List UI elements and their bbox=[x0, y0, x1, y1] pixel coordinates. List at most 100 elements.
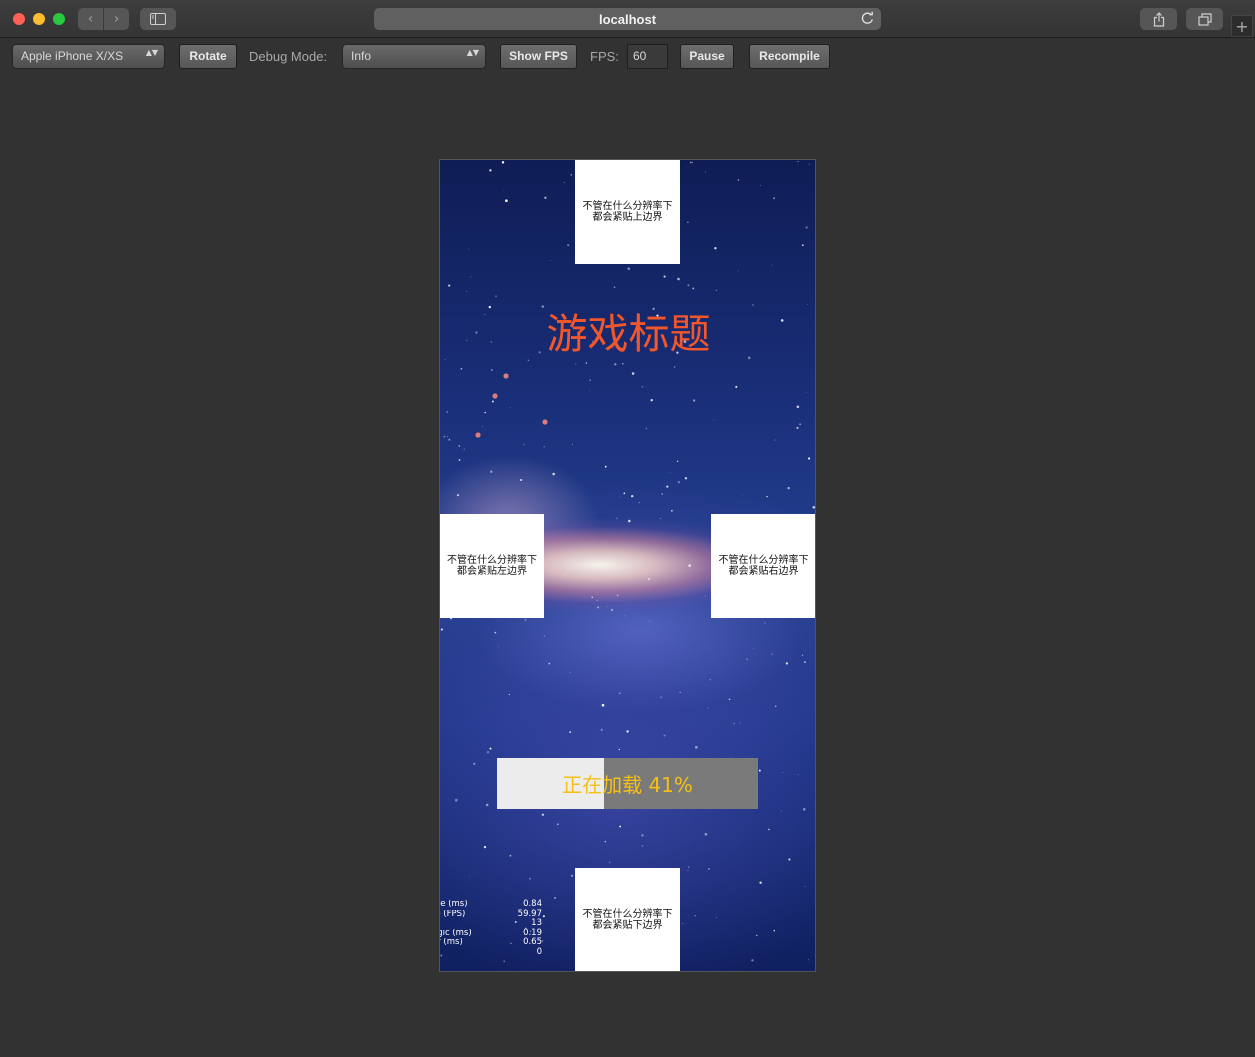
debug-stat-label: ll bbox=[440, 919, 502, 929]
star bbox=[673, 275, 674, 277]
star bbox=[589, 390, 591, 391]
star bbox=[812, 505, 815, 509]
star bbox=[524, 618, 527, 621]
chevron-right-icon: › bbox=[113, 11, 120, 27]
star bbox=[687, 221, 689, 224]
debug-stat-label: ogic (ms) bbox=[440, 928, 472, 938]
game-canvas[interactable]: 不管在什么分辨率下 都会紧贴上边界 游戏标题 不管在什么分辨率下 都会紧贴左边界… bbox=[439, 159, 816, 972]
star bbox=[614, 363, 617, 366]
debug-mode-select[interactable]: Info ▲▼ bbox=[342, 44, 486, 69]
star bbox=[618, 692, 621, 695]
sidebar-toggle-button[interactable] bbox=[140, 8, 176, 30]
bottom-anchor-box: 不管在什么分辨率下 都会紧贴下边界 bbox=[575, 868, 680, 971]
star bbox=[498, 645, 500, 647]
star bbox=[606, 606, 608, 608]
star bbox=[689, 161, 692, 164]
star bbox=[687, 870, 689, 872]
star bbox=[684, 477, 688, 480]
star bbox=[807, 959, 809, 961]
star bbox=[692, 399, 696, 402]
star bbox=[486, 751, 490, 754]
debug-stats-panel: me (ms)0.84te (FPS)59.97ll13ogic (ms)0.1… bbox=[440, 899, 542, 958]
star bbox=[797, 160, 799, 163]
star bbox=[597, 606, 600, 609]
star bbox=[752, 648, 754, 649]
pause-button[interactable]: Pause bbox=[680, 44, 734, 69]
recompile-button[interactable]: Recompile bbox=[749, 44, 830, 69]
debug-stat-row: er (ms)0.65 bbox=[440, 938, 542, 948]
right-anchor-line2: 都会紧贴右边界 bbox=[728, 566, 799, 577]
star bbox=[641, 845, 643, 847]
star bbox=[458, 445, 460, 447]
star bbox=[787, 486, 790, 490]
share-button[interactable] bbox=[1140, 8, 1177, 30]
glow-star bbox=[492, 393, 498, 399]
new-tab-button[interactable]: + bbox=[1231, 15, 1253, 37]
star bbox=[569, 672, 571, 673]
star bbox=[677, 277, 680, 281]
loading-progress-bar: 正在加载 41% bbox=[497, 758, 758, 809]
device-select[interactable]: Apple iPhone X/XS ▲▼ bbox=[12, 44, 165, 69]
top-anchor-line1: 不管在什么分辨率下 bbox=[582, 201, 673, 212]
debug-stat-label: te (FPS) bbox=[440, 909, 466, 919]
loading-text: 正在加载 41% bbox=[562, 773, 693, 797]
back-button[interactable]: ‹ bbox=[78, 8, 103, 30]
left-anchor-line2: 都会紧贴左边界 bbox=[457, 566, 527, 577]
star bbox=[489, 747, 492, 750]
star bbox=[776, 621, 778, 623]
star bbox=[797, 774, 799, 776]
star bbox=[641, 386, 644, 388]
forward-button[interactable]: › bbox=[103, 8, 129, 30]
star bbox=[804, 885, 806, 887]
star bbox=[570, 874, 574, 877]
star bbox=[808, 163, 810, 165]
star bbox=[626, 730, 629, 733]
glow-star bbox=[475, 432, 481, 438]
star bbox=[556, 823, 559, 826]
top-anchor-line2: 都会紧贴上边界 bbox=[592, 212, 663, 223]
star bbox=[446, 435, 448, 437]
star bbox=[600, 728, 603, 731]
star bbox=[746, 658, 748, 661]
address-bar[interactable]: localhost bbox=[374, 8, 881, 30]
star bbox=[544, 196, 547, 199]
star bbox=[737, 179, 740, 181]
preview-toolbar: Apple iPhone X/XS ▲▼ Rotate Debug Mode: … bbox=[0, 38, 1255, 74]
star bbox=[542, 915, 545, 918]
star bbox=[714, 247, 717, 250]
star bbox=[529, 877, 531, 880]
reload-icon[interactable] bbox=[860, 11, 875, 26]
star bbox=[641, 834, 644, 837]
star bbox=[543, 635, 545, 637]
star bbox=[623, 492, 626, 495]
minimize-window-button[interactable] bbox=[33, 13, 45, 25]
tab-overview-button[interactable] bbox=[1186, 8, 1223, 30]
star bbox=[666, 485, 669, 488]
star bbox=[624, 615, 626, 617]
star bbox=[619, 825, 622, 828]
star bbox=[663, 275, 666, 278]
star bbox=[631, 372, 635, 375]
show-fps-button[interactable]: Show FPS bbox=[500, 44, 577, 69]
star bbox=[650, 399, 653, 402]
fps-input[interactable]: 60 bbox=[627, 44, 668, 69]
star bbox=[601, 703, 605, 707]
browser-titlebar: ‹ › localhost + bbox=[0, 0, 1255, 38]
rotate-button[interactable]: Rotate bbox=[179, 44, 237, 69]
star bbox=[616, 594, 619, 597]
star bbox=[688, 866, 690, 868]
zoom-window-button[interactable] bbox=[53, 13, 65, 25]
star bbox=[788, 858, 791, 861]
star bbox=[660, 518, 662, 519]
right-anchor-line1: 不管在什么分辨率下 bbox=[718, 555, 809, 566]
star bbox=[692, 287, 695, 290]
star bbox=[796, 405, 800, 409]
star bbox=[591, 596, 593, 598]
star bbox=[489, 169, 492, 172]
star bbox=[806, 391, 808, 393]
close-window-button[interactable] bbox=[13, 13, 25, 25]
debug-stat-label: er (ms) bbox=[440, 938, 463, 948]
star bbox=[608, 861, 611, 864]
star bbox=[764, 622, 766, 624]
star bbox=[563, 574, 564, 576]
